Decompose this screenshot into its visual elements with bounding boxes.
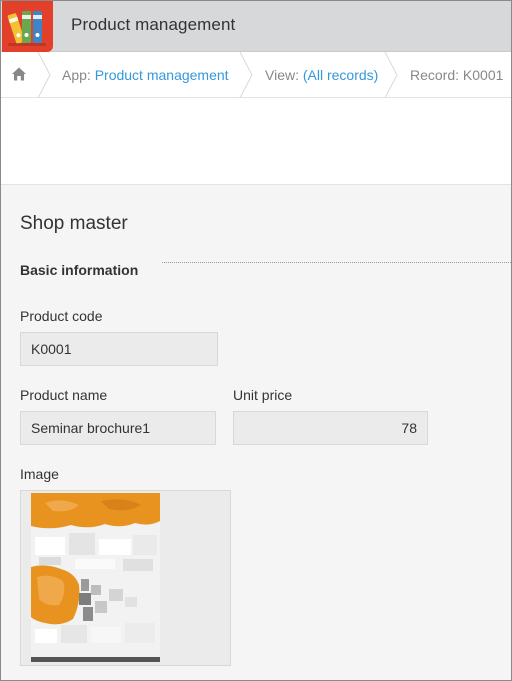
app-title: Product management xyxy=(71,15,236,34)
unit-price-label: Unit price xyxy=(233,387,293,403)
breadcrumb-separator-icon xyxy=(384,52,398,98)
breadcrumb-separator-icon xyxy=(37,52,51,98)
brochure-thumbnail[interactable] xyxy=(31,493,160,662)
app-window: Product management App: Product manageme… xyxy=(0,0,512,681)
breadcrumb: App: Product management View: (All recor… xyxy=(1,52,511,98)
form-title: Shop master xyxy=(20,213,128,234)
breadcrumb-record: Record: K0001 xyxy=(410,67,504,83)
home-icon[interactable] xyxy=(11,66,27,82)
section-label: Basic information xyxy=(20,262,139,278)
breadcrumb-view[interactable]: View: (All records) xyxy=(265,52,378,98)
product-code-field[interactable]: K0001 xyxy=(20,332,218,366)
breadcrumb-separator-icon xyxy=(239,52,253,98)
breadcrumb-app[interactable]: App: Product management xyxy=(62,52,229,98)
product-name-label: Product name xyxy=(20,387,108,403)
record-form: Shop master Basic information Product co… xyxy=(1,186,511,680)
product-name-field[interactable]: Seminar brochure1 xyxy=(20,411,216,445)
breadcrumb-view-link[interactable]: (All records) xyxy=(303,67,378,83)
section-divider xyxy=(162,262,511,263)
image-field[interactable] xyxy=(20,490,231,666)
app-header: Product management xyxy=(1,1,511,52)
product-code-label: Product code xyxy=(20,308,103,324)
breadcrumb-app-link[interactable]: Product management xyxy=(95,67,229,83)
image-label: Image xyxy=(20,466,59,482)
record-toolbar xyxy=(1,98,511,185)
binders-app-icon[interactable] xyxy=(2,1,53,52)
unit-price-field[interactable]: 78 xyxy=(233,411,428,445)
